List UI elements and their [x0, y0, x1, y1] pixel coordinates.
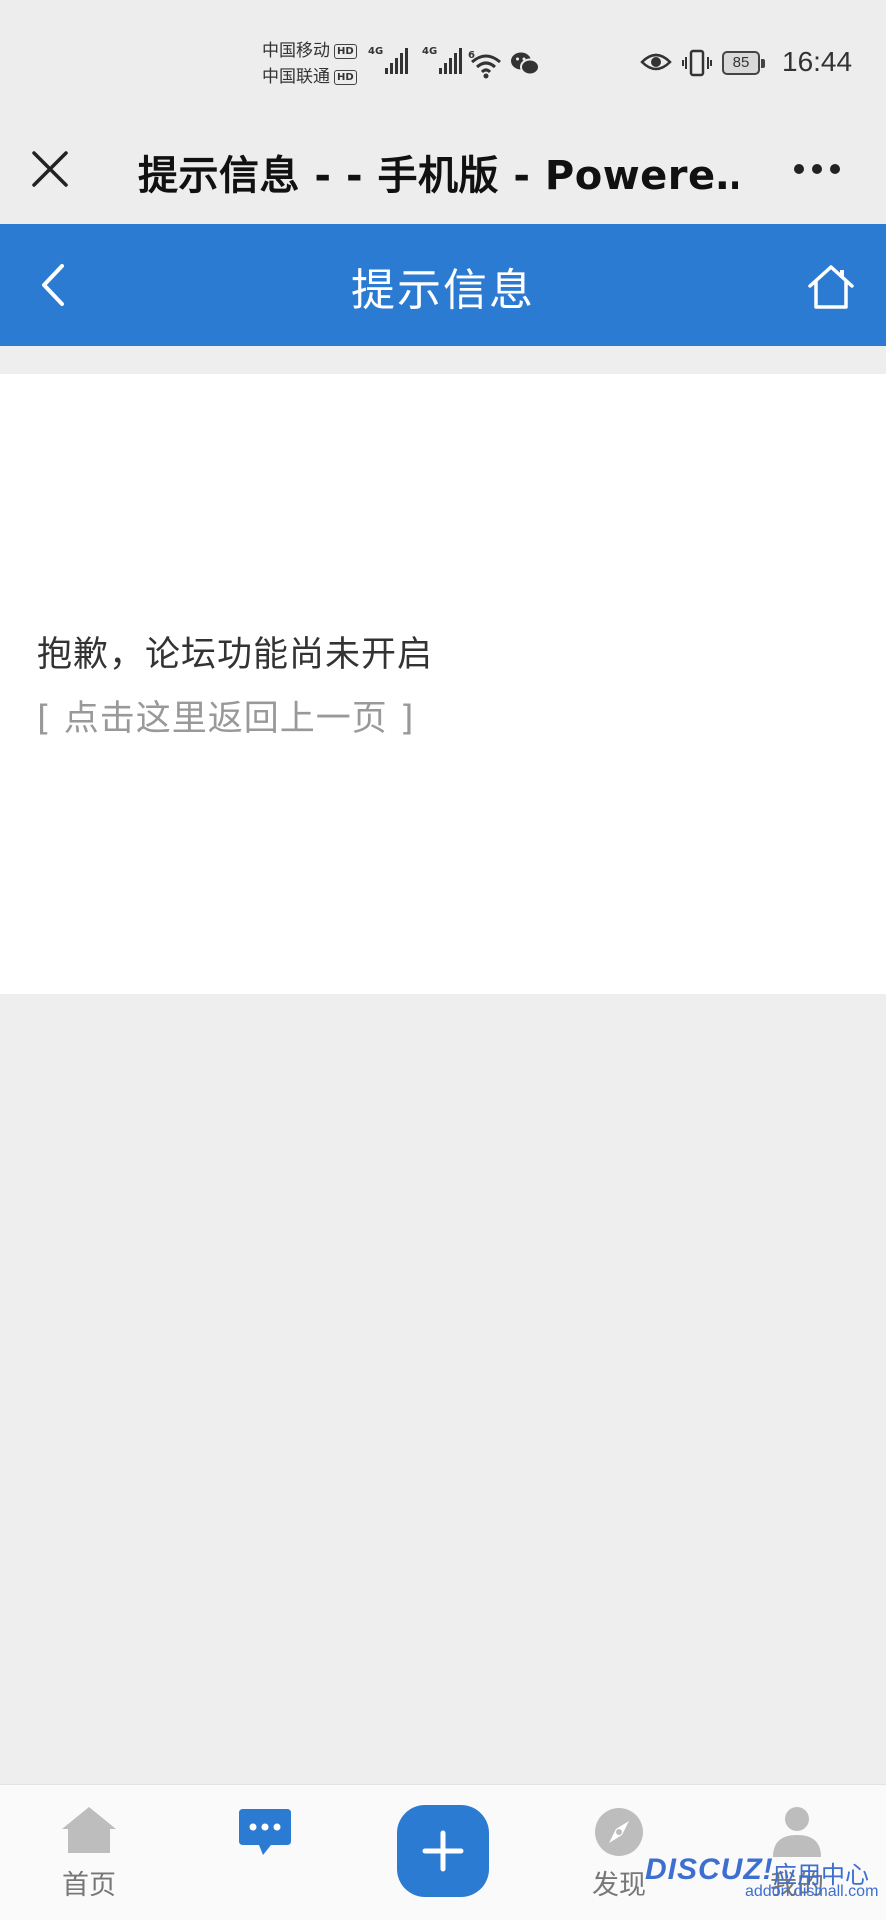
- carrier-2-name: 中国联通: [262, 67, 330, 87]
- go-back-link[interactable]: [ 点击这里返回上一页 ]: [37, 690, 415, 741]
- message-card: 抱歉，论坛功能尚未开启 [ 点击这里返回上一页 ]: [0, 374, 886, 994]
- plus-icon: [422, 1830, 464, 1872]
- carrier-1-name: 中国移动: [262, 41, 330, 61]
- vibrate-icon: [682, 49, 712, 77]
- error-message: 抱歉，论坛功能尚未开启: [37, 635, 434, 675]
- webview-title: 提示信息 - - 手机版 - Powere…: [138, 153, 738, 199]
- clock: 16:44: [782, 46, 853, 77]
- status-bar: 中国移动 HD 中国联通 HD 4G 4G 6 85 16:44: [0, 0, 886, 125]
- carrier-row-2: 中国联通 HD: [262, 64, 367, 90]
- tab-home[interactable]: 首页: [19, 1785, 159, 1920]
- site-header: 提示信息: [0, 224, 886, 346]
- battery-indicator: 85: [722, 51, 765, 75]
- carrier-row-1: 中国移动 HD: [262, 38, 367, 64]
- wechat-icon: [511, 52, 540, 76]
- chat-bubble-icon: [239, 1809, 291, 1855]
- wifi-icon: 6: [468, 50, 501, 79]
- watermark-logo: DISCUZ!: [645, 1853, 774, 1886]
- house-icon: [62, 1807, 116, 1853]
- watermark-url: addon.dismall.com: [745, 1883, 879, 1900]
- signal-icon: 4G: [368, 44, 408, 76]
- signal-icon: 4G: [422, 44, 462, 76]
- compass-icon: [595, 1808, 643, 1856]
- tab-new-post[interactable]: [373, 1785, 513, 1920]
- discuz-watermark: DISCUZ! 应用中心 addon.dismall.com: [645, 1853, 885, 1913]
- eye-icon: [640, 53, 672, 71]
- tab-label: 首页: [62, 1870, 116, 1901]
- signal-group: 4G 4G: [368, 44, 462, 76]
- network-type-label: 4G: [368, 46, 384, 57]
- page-title: 提示信息: [351, 265, 535, 316]
- home-icon[interactable]: [806, 262, 856, 312]
- tab-messages[interactable]: [195, 1785, 335, 1920]
- wechat-nav-bar: 提示信息 - - 手机版 - Powere…: [0, 125, 886, 224]
- close-icon[interactable]: [28, 147, 72, 191]
- more-options-icon[interactable]: [792, 161, 842, 177]
- user-icon: [773, 1807, 821, 1857]
- hd-badge: HD: [334, 69, 357, 85]
- new-post-button[interactable]: [397, 1805, 489, 1897]
- hd-badge: HD: [334, 43, 357, 59]
- network-type-label: 4G: [422, 46, 438, 57]
- carrier-info: 中国移动 HD 中国联通 HD: [262, 38, 367, 90]
